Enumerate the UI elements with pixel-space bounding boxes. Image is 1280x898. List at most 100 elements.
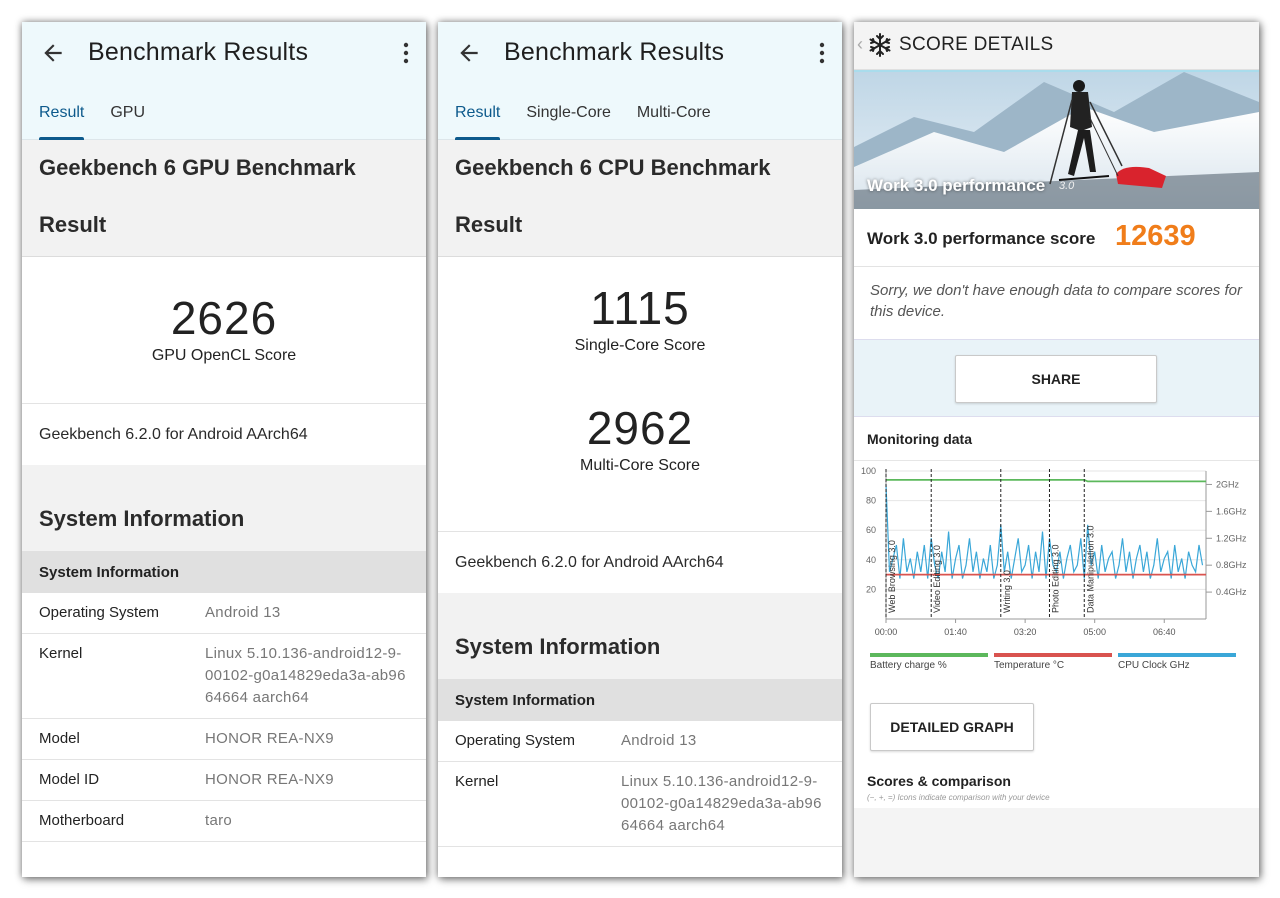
- performance-score-value: 12639: [1115, 220, 1196, 252]
- overflow-menu-icon[interactable]: [818, 42, 826, 64]
- back-arrow-icon[interactable]: [456, 40, 482, 66]
- legend-cpu-clock: CPU Clock GHz: [1118, 653, 1236, 671]
- x-tick-label: 06:40: [1153, 627, 1176, 637]
- y-right-tick-label: 0.4GHz: [1216, 587, 1247, 597]
- performance-score-row: Work 3.0 performance score 12639: [854, 209, 1259, 267]
- tab-single-core[interactable]: Single-Core: [513, 104, 623, 140]
- score-card: 2626 GPU OpenCL Score: [22, 257, 426, 403]
- result-heading: Result: [455, 212, 523, 237]
- gpu-score: 2626: [170, 292, 278, 344]
- system-info-title: System Information: [22, 487, 426, 551]
- detailed-graph-section: DETAILED GRAPH: [854, 701, 1259, 763]
- hero-banner: Work 3.0 performance 3.0: [854, 70, 1259, 209]
- y-left-tick-label: 80: [866, 496, 876, 506]
- multi-core-score: 2962: [586, 402, 694, 454]
- series-line-battery: [886, 478, 1206, 483]
- kv-value: Linux 5.10.136-android12-9-00102-g0a1482…: [205, 645, 406, 706]
- system-info-subheader: System Information: [22, 551, 426, 593]
- score-card: 1115 Single-Core Score 2962 Multi-Core S…: [438, 257, 842, 531]
- app-title: Benchmark Results: [504, 38, 725, 66]
- app-title: Benchmark Results: [88, 38, 309, 66]
- y-right-tick-label: 1.6GHz: [1216, 506, 1247, 516]
- y-left-tick-label: 20: [866, 584, 876, 594]
- legend-label: Temperature °C: [994, 660, 1065, 671]
- kv-value: Linux 5.10.136-android12-9-00102-g0a1482…: [621, 773, 822, 834]
- x-tick-label: 03:20: [1014, 627, 1037, 637]
- kv-row-kernel: Kernel Linux 5.10.136-android12-9-00102-…: [22, 634, 426, 719]
- score-details-title: SCORE DETAILS: [899, 34, 1054, 55]
- hero-version: 3.0: [1059, 180, 1075, 192]
- multi-core-label: Multi-Core Score: [579, 457, 701, 474]
- monitoring-title: Monitoring data: [854, 417, 1259, 461]
- kv-key: Model ID: [39, 771, 100, 788]
- gpu-results-screen: Benchmark Results Result GPU Geekbench 6…: [22, 22, 426, 877]
- tab-bar: Result GPU: [22, 104, 158, 140]
- section-label: Data Manipulation 3.0: [1085, 525, 1095, 613]
- kv-row-model: Model HONOR REA-NX9: [22, 719, 426, 760]
- legend-swatch-battery: [870, 653, 988, 657]
- kv-row-kernel: Kernel Linux 5.10.136-android12-9-00102-…: [438, 762, 842, 847]
- benchmark-title: Geekbench 6 CPU Benchmark: [455, 155, 771, 180]
- cpu-results-screen: Benchmark Results Result Single-Core Mul…: [438, 22, 842, 877]
- comparison-notice: Sorry, we don't have enough data to comp…: [854, 267, 1259, 339]
- scores-comparison-section: Scores & comparison (−, +, =) Icons indi…: [854, 763, 1259, 808]
- kv-row-os: Operating System Android 13: [22, 593, 426, 634]
- monitoring-chart: 20 40 60 80 100 0.4GHz 0.8GHz 1.2GHz 1.6GHz 2GHz 0…: [854, 461, 1259, 643]
- y-right-tick-label: 1.2GHz: [1216, 533, 1247, 543]
- legend-swatch-cpu: [1118, 653, 1236, 657]
- benchmark-title: Geekbench 6 GPU Benchmark: [39, 155, 356, 180]
- x-tick-label: 05:00: [1083, 627, 1106, 637]
- section-gap: [438, 593, 842, 615]
- benchmark-header: Geekbench 6 CPU Benchmark Result: [438, 140, 842, 257]
- y-left-tick-label: 60: [866, 525, 876, 535]
- section-label: Video Editing 3.0: [932, 545, 942, 613]
- x-tick-label: 00:00: [875, 627, 898, 637]
- y-right-tick-label: 0.8GHz: [1216, 560, 1247, 570]
- y-right-tick-label: 2GHz: [1216, 479, 1240, 489]
- monitoring-chart-svg: 20 40 60 80 100 0.4GHz 0.8GHz 1.2GHz 1.6GHz 2GHz 0…: [861, 466, 1247, 637]
- overflow-menu-icon[interactable]: [402, 42, 410, 64]
- score-details-screen: ‹ SCORE DETAILS Work 3.0 performance 3.0…: [854, 22, 1259, 877]
- kv-key: Kernel: [455, 773, 499, 790]
- legend-battery: Battery charge %: [870, 653, 988, 671]
- tab-multi-core[interactable]: Multi-Core: [624, 104, 724, 140]
- kv-value: HONOR REA-NX9: [205, 771, 334, 788]
- snowflake-icon: [869, 33, 891, 57]
- kv-value: Android 13: [205, 604, 281, 621]
- tab-result[interactable]: Result: [26, 104, 97, 140]
- kv-key: Operating System: [455, 732, 576, 749]
- tab-bar: Result Single-Core Multi-Core: [438, 104, 724, 140]
- legend-swatch-temperature: [994, 653, 1112, 657]
- single-core-label: Single-Core Score: [574, 337, 706, 354]
- scores-comparison-title: Scores & comparison: [867, 773, 1011, 789]
- tab-result[interactable]: Result: [442, 104, 513, 140]
- legend-label: Battery charge %: [870, 660, 947, 671]
- system-info-subheader: System Information: [438, 679, 842, 721]
- share-button[interactable]: SHARE: [955, 355, 1157, 403]
- y-left-tick-label: 100: [861, 466, 876, 476]
- result-heading: Result: [39, 212, 107, 237]
- back-arrow-icon[interactable]: [40, 40, 66, 66]
- kv-value: taro: [205, 812, 233, 829]
- share-section: SHARE: [854, 339, 1259, 417]
- kv-row-motherboard: Motherboard taro: [22, 801, 426, 842]
- section-label: Photo Editing 3.0: [1050, 544, 1060, 613]
- section-label: Web Browsing 3.0: [887, 540, 897, 613]
- system-info-title: System Information: [438, 615, 842, 679]
- detailed-graph-button[interactable]: DETAILED GRAPH: [870, 703, 1034, 751]
- kv-key: Operating System: [39, 604, 160, 621]
- score-details-header: ‹ SCORE DETAILS: [854, 22, 1259, 70]
- version-row: Geekbench 6.2.0 for Android AArch64: [438, 531, 842, 593]
- legend-label: CPU Clock GHz: [1118, 660, 1190, 671]
- kv-row-os: Operating System Android 13: [438, 721, 842, 762]
- y-left-tick-label: 40: [866, 555, 876, 565]
- tab-gpu[interactable]: GPU: [97, 104, 158, 140]
- scores-comparison-note: (−, +, =) Icons indicate comparison with…: [867, 793, 1050, 802]
- x-tick-label: 01:40: [944, 627, 967, 637]
- kv-key: Motherboard: [39, 812, 125, 829]
- gpu-score-label: GPU OpenCL Score: [151, 347, 297, 364]
- chevron-left-icon[interactable]: ‹: [857, 34, 863, 55]
- hero-label: Work 3.0 performance: [867, 176, 1046, 195]
- section-gap: [22, 465, 426, 487]
- kv-key: Kernel: [39, 645, 83, 662]
